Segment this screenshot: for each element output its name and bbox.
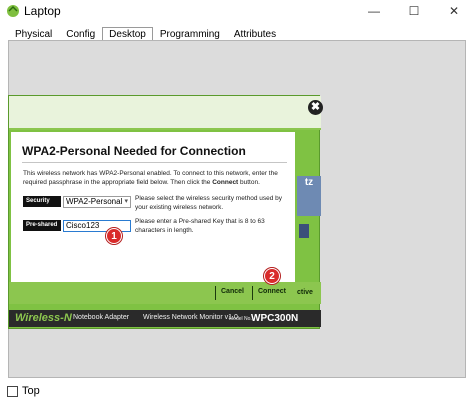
action-separator: [215, 286, 216, 300]
title-divider: [22, 162, 287, 163]
window-title: Laptop: [24, 4, 61, 18]
tab-desktop[interactable]: Desktop: [102, 27, 153, 41]
security-select[interactable]: WPA2-Personal ▾: [63, 196, 131, 208]
dialog-title: WPA2-Personal Needed for Connection: [22, 144, 246, 158]
action-bar: Cancel Connect ctive: [9, 282, 321, 304]
security-select-value: WPA2-Personal: [66, 197, 123, 206]
top-checkbox-label: Top: [22, 385, 40, 397]
brand-name: Wireless-N: [15, 312, 72, 324]
tab-config[interactable]: Config: [59, 27, 102, 41]
tab-physical[interactable]: Physical: [8, 27, 59, 41]
side-strip: tz: [297, 176, 321, 216]
tab-bar: Physical Config Desktop Programming Attr…: [8, 27, 283, 41]
brand-model: WPC300N: [251, 313, 299, 324]
dialog-panel: WPA2-Personal Needed for Connection This…: [11, 132, 295, 282]
brand-bar: Wireless-N Notebook Adapter Wireless Net…: [9, 310, 321, 327]
maximize-button[interactable]: ☐: [394, 0, 434, 22]
side-bottom-text: ctive: [297, 289, 313, 296]
window-titlebar: Laptop — ☐ ✕: [0, 0, 474, 22]
psk-label: Pre-shared Key: [23, 220, 61, 239]
close-button[interactable]: ✕: [434, 0, 474, 22]
tab-attributes[interactable]: Attributes: [227, 27, 283, 41]
psk-input[interactable]: Cisco123: [63, 220, 131, 232]
connect-button[interactable]: Connect: [258, 288, 286, 295]
app-icon: [7, 5, 19, 17]
brand-adapter: Notebook Adapter: [73, 314, 130, 321]
top-checkbox[interactable]: [7, 386, 18, 397]
psk-help-text: Please enter a Pre-shared Key that is 8 …: [135, 218, 265, 234]
brand-monitor: Wireless Network Monitor v1.0: [143, 314, 238, 321]
security-help-text: Please select the wireless security meth…: [135, 195, 283, 211]
cancel-button[interactable]: Cancel: [221, 288, 244, 295]
minimize-button[interactable]: —: [354, 0, 394, 22]
side-strip-text: tz: [304, 177, 314, 188]
brand-model-label: Model No.: [229, 316, 252, 322]
wireless-dialog: ✖ WPA2-Personal Needed for Connection Th…: [8, 95, 323, 329]
dialog-close-icon[interactable]: ✖: [308, 100, 323, 115]
chevron-down-icon: ▾: [124, 198, 128, 205]
intro-text: This wireless network has WPA2-Personal …: [23, 170, 278, 186]
action-separator: [252, 286, 253, 300]
step-badge-two: 2: [264, 268, 280, 284]
security-label: Security: [23, 196, 61, 207]
side-strip-icon: [299, 224, 309, 238]
bottom-bar: Top: [0, 380, 474, 403]
dialog-header: [9, 96, 321, 130]
step-badge-one: 1: [106, 228, 122, 244]
tab-programming[interactable]: Programming: [153, 27, 227, 41]
